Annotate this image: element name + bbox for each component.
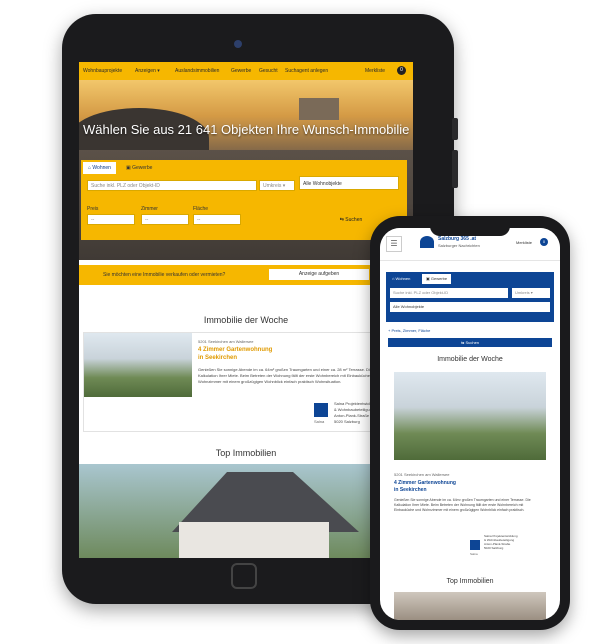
nav-item-auslandsimmobilien[interactable]: Auslandsimmobilien bbox=[175, 68, 219, 74]
search-panel: ⌂ Wohnen ▣ Gewerbe Suche inkl. PLZ oder … bbox=[81, 160, 407, 240]
week-section-title: Immobilie der Woche bbox=[203, 315, 289, 325]
agent-line: 5020 Salzburg bbox=[484, 546, 504, 550]
tablet-side-button bbox=[452, 118, 458, 140]
radius-select[interactable]: Umkreis ▾ bbox=[259, 180, 295, 191]
mobile-property-title-line1[interactable]: 4 Zimmer Gartenwohnung bbox=[394, 480, 456, 486]
property-type-select[interactable]: Alle Wohnobjekte bbox=[299, 176, 399, 190]
price-select[interactable]: -- bbox=[87, 214, 135, 225]
mobile-search-panel: ⌂ Wohnen ▣ Gewerbe Suche inkl. PLZ oder … bbox=[386, 272, 554, 322]
tab-wohnen[interactable]: ⌂ Wohnen bbox=[83, 162, 116, 174]
area-select[interactable]: -- bbox=[193, 214, 241, 225]
mobile-agent-logo bbox=[470, 540, 480, 550]
nav-item-suchagent[interactable]: Suchagent anlegen bbox=[285, 68, 328, 74]
top-property-image[interactable] bbox=[79, 464, 413, 558]
mobile-radius-select[interactable]: Umkreis ▾ bbox=[512, 288, 550, 298]
merkliste-badge-mobile: 0 bbox=[540, 238, 548, 246]
mobile-agent-info: Salna Projektentwicklung & Wohnbaubeteil… bbox=[484, 534, 548, 550]
mobile-search-input[interactable]: Suche inkl. PLZ oder Objekt-ID bbox=[390, 288, 508, 298]
property-description: Genießen Sie sonnige Abende im ca. 64m² … bbox=[198, 367, 378, 384]
tablet-screen: Wohnbauprojekte Anzeigen ▾ Auslandsimmob… bbox=[79, 62, 413, 558]
mobile-tab-gewerbe[interactable]: ▣ Gewerbe bbox=[422, 274, 452, 284]
property-thumbnail[interactable] bbox=[84, 333, 192, 397]
property-title-line2[interactable]: in Seekirchen bbox=[198, 355, 237, 361]
mobile-tab-wohnen[interactable]: ⌂ Wohnen bbox=[388, 274, 415, 284]
mobile-week-title: Immobilie der Woche bbox=[437, 356, 503, 363]
hero-fortress bbox=[299, 98, 339, 120]
week-property-card[interactable]: 5201 Seekirchen am Wallersee 4 Zimmer Ga… bbox=[83, 332, 385, 432]
label-rooms: Zimmer bbox=[141, 206, 158, 212]
hero-banner: Wählen Sie aus 21 641 Objekten Ihre Wuns… bbox=[79, 80, 413, 260]
mobile-search-button[interactable]: ⇆ Suchen bbox=[388, 338, 552, 347]
mobile-top-title: Top Immobilien bbox=[446, 578, 494, 585]
merkliste-badge: 0 bbox=[397, 66, 406, 75]
mobile-property-location: 5201 Seekirchen am Wallersee bbox=[394, 472, 450, 477]
logo-icon bbox=[420, 236, 434, 248]
merkliste-link-mobile[interactable]: Merkliste bbox=[516, 240, 532, 245]
agent-logo bbox=[314, 403, 328, 417]
menu-icon[interactable]: ☰ bbox=[386, 236, 402, 252]
merkliste-link[interactable]: Merkliste bbox=[365, 68, 385, 74]
label-price: Preis bbox=[87, 206, 99, 212]
tab-gewerbe[interactable]: ▣ Gewerbe bbox=[121, 162, 158, 174]
tablet-volume-button bbox=[452, 150, 458, 188]
property-location: 5201 Seekirchen am Wallersee bbox=[198, 339, 254, 344]
logo-text: Salzburg 365 .at bbox=[438, 236, 477, 242]
phone-notch bbox=[430, 222, 510, 236]
top-navigation: Wohnbauprojekte Anzeigen ▾ Auslandsimmob… bbox=[79, 62, 413, 80]
sell-bar: Sie möchten eine Immobilie verkaufen ode… bbox=[79, 265, 413, 285]
house-wall bbox=[179, 522, 329, 558]
tablet-camera bbox=[234, 40, 242, 48]
nav-item-gewerbe[interactable]: Gewerbe bbox=[231, 68, 251, 74]
nav-item-gesucht[interactable]: Gesucht bbox=[259, 68, 278, 74]
nav-item-anzeigen[interactable]: Anzeigen ▾ bbox=[135, 68, 160, 74]
mobile-filter-toggle[interactable]: + Preis, Zimmer, Fläche bbox=[388, 328, 430, 333]
logo-subtext: Salzburger Nachrichten bbox=[438, 243, 480, 248]
agent-logo-text: Salna bbox=[314, 419, 325, 424]
mobile-property-description: Genießen Sie sonnige Abende im ca. 64m² … bbox=[394, 498, 531, 512]
phone-screen: ☰ Salzburg 365 .at Salzburger Nachrichte… bbox=[380, 228, 560, 620]
mobile-type-select[interactable]: Alle Wohnobjekte bbox=[390, 302, 550, 312]
nav-item-wohnbauprojekte[interactable]: Wohnbauprojekte bbox=[83, 68, 122, 74]
sell-bar-text: Sie möchten eine Immobilie verkaufen ode… bbox=[103, 272, 226, 278]
property-title-line1[interactable]: 4 Zimmer Gartenwohnung bbox=[198, 347, 272, 353]
tablet-home-button[interactable] bbox=[231, 563, 257, 589]
top-section-title: Top Immobilien bbox=[215, 448, 277, 458]
label-area: Fläche bbox=[193, 206, 209, 212]
search-input[interactable]: Suche inkl. PLZ oder Objekt-ID bbox=[87, 180, 257, 191]
place-ad-button[interactable]: Anzeige aufgeben bbox=[269, 269, 369, 280]
rooms-select[interactable]: -- bbox=[141, 214, 189, 225]
mobile-property-title-line2[interactable]: in Seekirchen bbox=[394, 487, 427, 493]
mobile-agent-logo-text: Salna bbox=[470, 552, 478, 556]
hero-title: Wählen Sie aus 21 641 Objekten Ihre Wuns… bbox=[83, 122, 410, 137]
mobile-property-image[interactable] bbox=[394, 372, 546, 460]
mobile-top-image[interactable] bbox=[394, 592, 546, 620]
